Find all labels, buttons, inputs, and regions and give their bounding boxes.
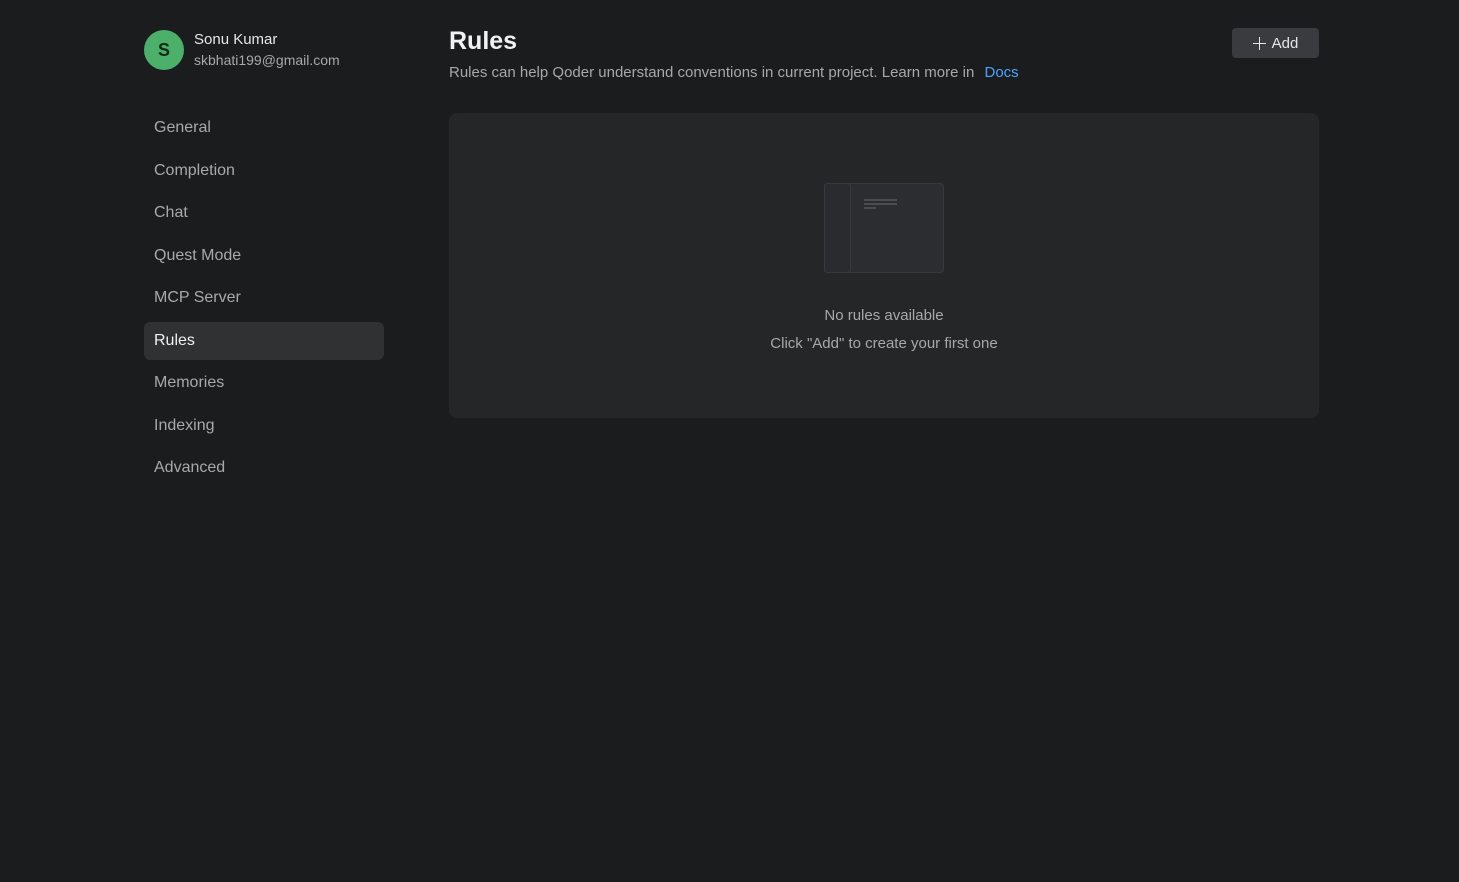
avatar[interactable]: S [144, 30, 184, 70]
sidebar-item-chat[interactable]: Chat [144, 194, 384, 232]
main-content: Rules Rules can help Qoder understand co… [449, 26, 1319, 418]
sidebar: S Sonu Kumar skbhati199@gmail.com Genera… [144, 29, 384, 492]
add-rule-button[interactable]: Add [1232, 28, 1319, 58]
page-title: Rules [449, 27, 518, 55]
plus-icon [1252, 36, 1266, 50]
sidebar-item-indexing[interactable]: Indexing [144, 407, 384, 445]
settings-nav: General Completion Chat Quest Mode MCP S… [144, 109, 384, 487]
empty-state-title: No rules available [824, 307, 944, 324]
description-text: Rules can help Qoder understand conventi… [449, 64, 975, 81]
sidebar-item-mcp-server[interactable]: MCP Server [144, 279, 384, 317]
user-info: Sonu Kumar skbhati199@gmail.com [194, 30, 340, 70]
empty-state-hint: Click "Add" to create your first one [770, 335, 998, 352]
add-button-label: Add [1271, 34, 1299, 52]
sidebar-item-advanced[interactable]: Advanced [144, 449, 384, 487]
page-description: Rules can help Qoder understand conventi… [449, 63, 1319, 83]
user-profile: S Sonu Kumar skbhati199@gmail.com [144, 29, 384, 71]
empty-state-panel: No rules available Click "Add" to create… [449, 113, 1319, 418]
user-email: skbhati199@gmail.com [194, 52, 340, 68]
sidebar-item-completion[interactable]: Completion [144, 152, 384, 190]
settings-page: S Sonu Kumar skbhati199@gmail.com Genera… [0, 0, 1459, 882]
sidebar-item-quest-mode[interactable]: Quest Mode [144, 237, 384, 275]
sidebar-item-rules[interactable]: Rules [144, 321, 384, 360]
user-name: Sonu Kumar [194, 31, 278, 48]
sidebar-item-memories[interactable]: Memories [144, 364, 384, 402]
sidebar-item-general[interactable]: General [144, 109, 384, 147]
docs-link[interactable]: Docs [984, 64, 1018, 81]
empty-document-icon [824, 183, 944, 273]
